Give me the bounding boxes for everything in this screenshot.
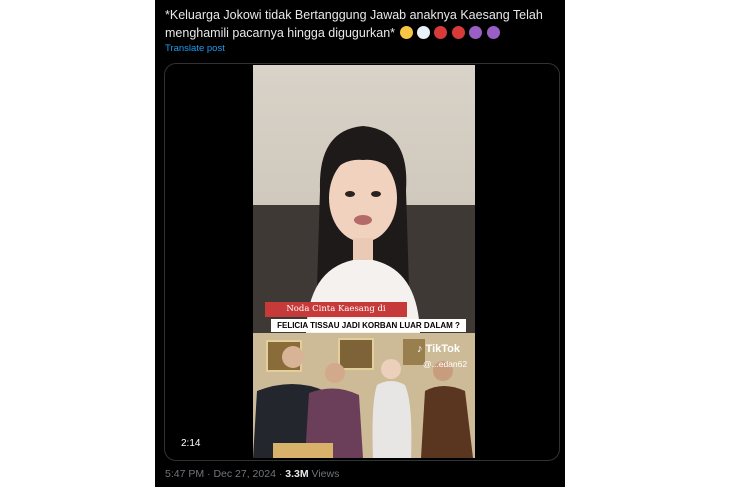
tweet-text-content: *Keluarga Jokowi tidak Bertanggung Jawab…	[165, 8, 543, 40]
meta-separator: ·	[207, 468, 211, 480]
video-duration: 2:14	[181, 438, 201, 449]
speech-balloon-icon	[416, 26, 430, 39]
video-frame[interactable]: Noda Cinta Kaesang di Singapura FELICIA …	[253, 65, 475, 458]
post-date[interactable]: Dec 27, 2024	[213, 468, 275, 480]
thinking-face-icon	[399, 26, 413, 39]
post-time[interactable]: 5:47 PM	[165, 468, 204, 480]
video-caption-title: Noda Cinta Kaesang di Singapura	[265, 302, 407, 329]
views-label: Views	[311, 468, 340, 480]
tweet-text: *Keluarga Jokowi tidak Bertanggung Jawab…	[165, 6, 557, 42]
angry-face-icon	[451, 26, 465, 39]
translate-post-link[interactable]: Translate post	[165, 43, 225, 54]
angry-devil-icon	[469, 26, 483, 39]
post-meta: 5:47 PM · Dec 27, 2024 · 3.3M Views	[165, 468, 339, 480]
tiktok-label: TikTok	[425, 343, 460, 355]
video-caption-subtitle: FELICIA TISSAU JADI KORBAN LUAR DALAM ?	[271, 319, 466, 332]
tiktok-watermark: ♪ TikTok	[417, 343, 460, 355]
angry-face-icon	[434, 26, 448, 39]
video-player[interactable]: Noda Cinta Kaesang di Singapura FELICIA …	[164, 63, 560, 461]
tiktok-handle: @...edan62	[423, 359, 468, 369]
tweet-post: *Keluarga Jokowi tidak Bertanggung Jawab…	[155, 0, 565, 487]
tiktok-icon: ♪	[417, 343, 423, 355]
views-count: 3.3M	[285, 468, 309, 480]
angry-devil-icon	[486, 26, 500, 39]
meta-separator: ·	[278, 468, 283, 480]
